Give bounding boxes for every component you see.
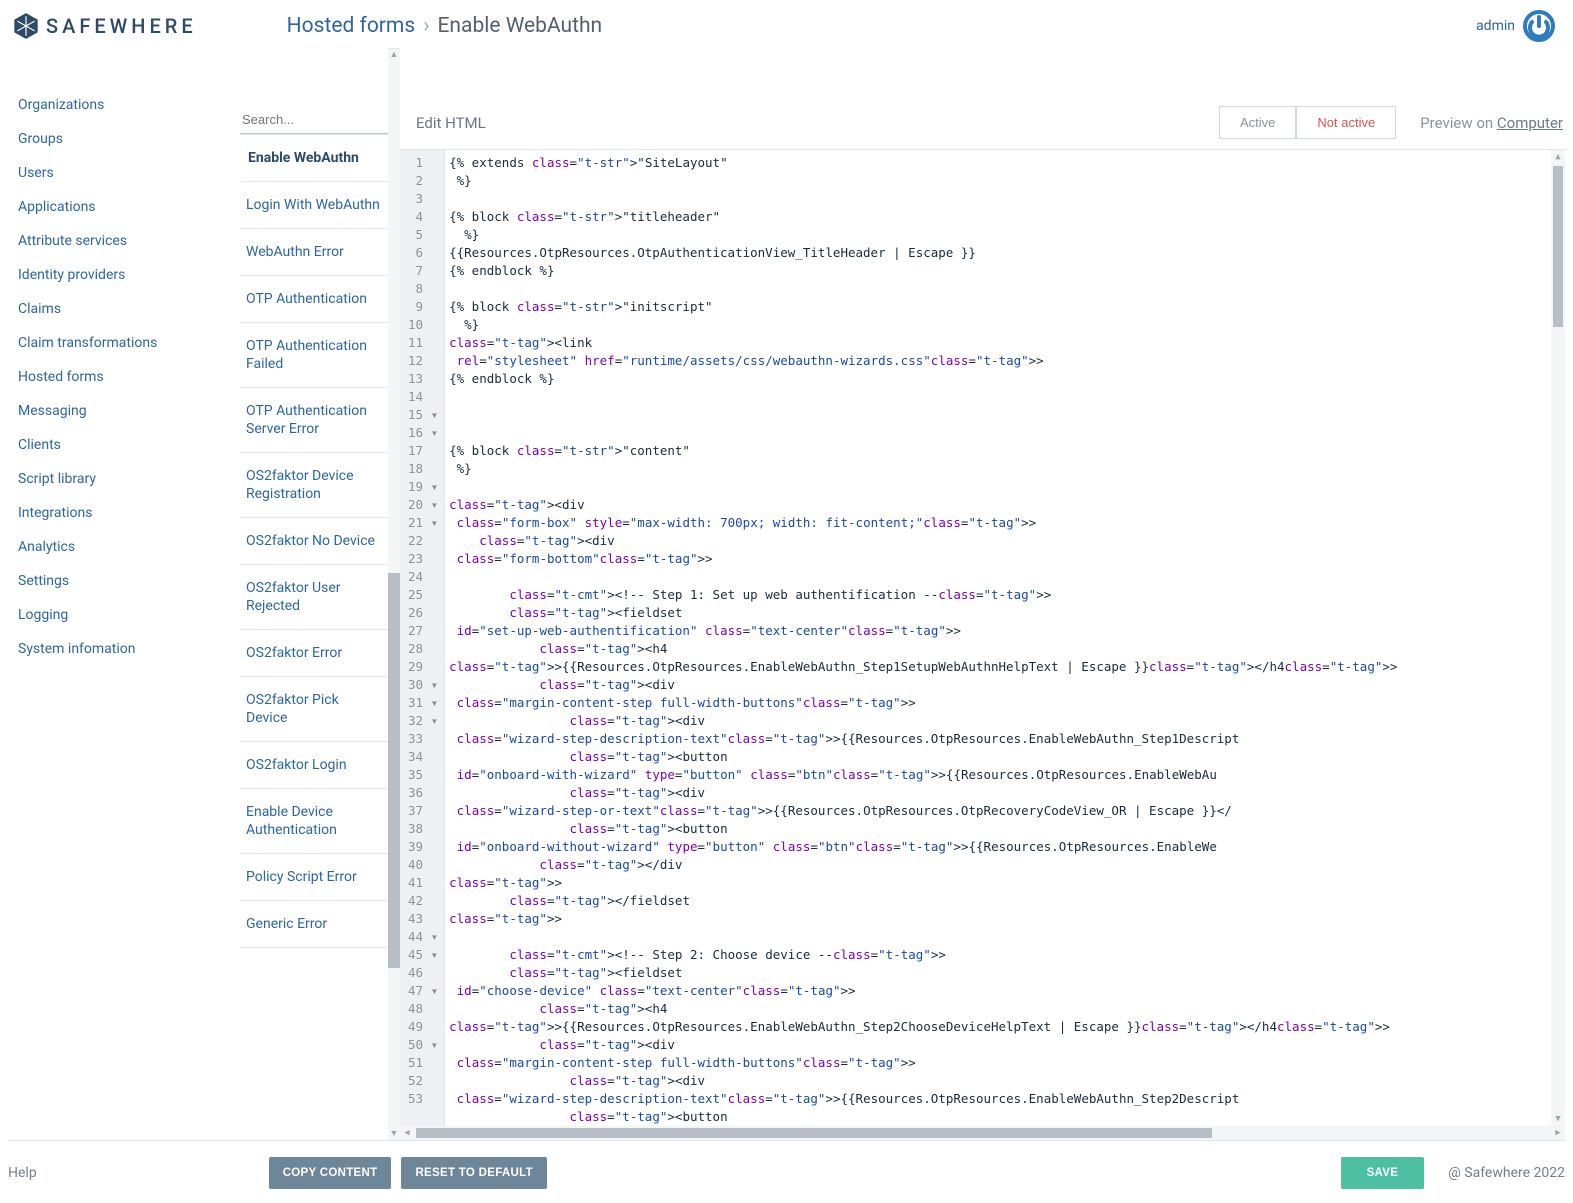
- scroll-up-icon[interactable]: ▲: [388, 49, 400, 61]
- editor-hscrollbar[interactable]: ◀ ▶: [400, 1126, 1565, 1140]
- form-list-item[interactable]: OS2faktor Pick Device: [240, 677, 388, 742]
- power-icon[interactable]: [1523, 10, 1555, 42]
- breadcrumb-sep: ›: [423, 14, 429, 38]
- preview-label: Preview on Computer: [1420, 114, 1563, 132]
- current-user[interactable]: admin: [1476, 18, 1515, 34]
- form-list-item[interactable]: OTP Authentication Server Error: [240, 388, 388, 453]
- line-gutter: 1 2 3 4 5 6 7 8 9 10 11 12 13 14 15 ▾ 16…: [400, 150, 445, 1126]
- forms-list: Enable WebAuthnLogin With WebAuthnWebAut…: [240, 134, 388, 1140]
- nav-item[interactable]: Applications: [18, 190, 240, 224]
- help-link[interactable]: Help: [8, 1165, 37, 1181]
- scroll-right-icon[interactable]: ▶: [1551, 1128, 1565, 1138]
- preview-target[interactable]: Computer: [1497, 114, 1563, 132]
- nav-item[interactable]: Integrations: [18, 496, 240, 530]
- nav-item[interactable]: Users: [18, 156, 240, 190]
- form-list-item[interactable]: Login With WebAuthn: [240, 182, 388, 229]
- primary-nav: OrganizationsGroupsUsersApplicationsAttr…: [8, 48, 240, 1140]
- nav-item[interactable]: System infomation: [18, 632, 240, 666]
- nav-item[interactable]: Clients: [18, 428, 240, 462]
- panel-title: Edit HTML: [416, 114, 486, 132]
- nav-item[interactable]: Script library: [18, 462, 240, 496]
- form-list-item[interactable]: Generic Error: [240, 901, 388, 948]
- nav-item[interactable]: Logging: [18, 598, 240, 632]
- state-toggle: Active Not active: [1219, 106, 1396, 139]
- search-input[interactable]: [240, 108, 388, 134]
- form-list-item[interactable]: OTP Authentication: [240, 276, 388, 323]
- nav-item[interactable]: Settings: [18, 564, 240, 598]
- form-list-item[interactable]: OS2faktor No Device: [240, 518, 388, 565]
- nav-item[interactable]: Attribute services: [18, 224, 240, 258]
- scroll-left-icon[interactable]: ◀: [400, 1128, 414, 1138]
- form-list-item[interactable]: OS2faktor Device Registration: [240, 453, 388, 518]
- form-list-item[interactable]: OTP Authentication Failed: [240, 323, 388, 388]
- code-body[interactable]: {% extends class="t-str">"SiteLayout" %}…: [445, 150, 1551, 1126]
- editor-vscrollbar[interactable]: ▲ ▼: [1551, 150, 1565, 1126]
- nav-item[interactable]: Hosted forms: [18, 360, 240, 394]
- form-list-item[interactable]: Enable Device Authentication: [240, 789, 388, 854]
- nav-item[interactable]: Claim transformations: [18, 326, 240, 360]
- form-list-item[interactable]: OS2faktor Login: [240, 742, 388, 789]
- scroll-down-icon[interactable]: ▼: [1551, 1112, 1565, 1126]
- scrollbar-thumb[interactable]: [416, 1128, 1212, 1138]
- form-list-item[interactable]: OS2faktor User Rejected: [240, 565, 388, 630]
- nav-item[interactable]: Organizations: [18, 88, 240, 122]
- save-button[interactable]: SAVE: [1341, 1157, 1425, 1189]
- scroll-up-icon[interactable]: ▲: [1551, 150, 1565, 164]
- scrollbar-thumb[interactable]: [388, 573, 400, 968]
- reset-default-button[interactable]: RESET TO DEFAULT: [401, 1157, 546, 1189]
- breadcrumb: Hosted forms › Enable WebAuthn: [287, 14, 602, 38]
- brand-logo: SAFEWHERE: [12, 12, 197, 40]
- scrollbar-thumb[interactable]: [1553, 166, 1563, 327]
- form-list-item[interactable]: OS2faktor Error: [240, 630, 388, 677]
- copy-content-button[interactable]: COPY CONTENT: [269, 1157, 392, 1189]
- nav-item[interactable]: Groups: [18, 122, 240, 156]
- code-editor[interactable]: 1 2 3 4 5 6 7 8 9 10 11 12 13 14 15 ▾ 16…: [400, 149, 1565, 1140]
- breadcrumb-current: Enable WebAuthn: [438, 14, 603, 38]
- breadcrumb-parent[interactable]: Hosted forms: [287, 14, 416, 38]
- nav-item[interactable]: Claims: [18, 292, 240, 326]
- nav-item[interactable]: Analytics: [18, 530, 240, 564]
- state-active-btn[interactable]: Active: [1219, 106, 1296, 139]
- scroll-down-icon[interactable]: ▼: [388, 1128, 400, 1140]
- state-not-active-btn[interactable]: Not active: [1296, 106, 1396, 139]
- form-list-item[interactable]: WebAuthn Error: [240, 229, 388, 276]
- snowflake-icon: [12, 12, 40, 40]
- copyright: @ Safewhere 2022: [1448, 1165, 1565, 1181]
- nav-item[interactable]: Messaging: [18, 394, 240, 428]
- nav-item[interactable]: Identity providers: [18, 258, 240, 292]
- form-list-item[interactable]: Enable WebAuthn: [240, 135, 388, 182]
- form-list-item[interactable]: Policy Script Error: [240, 854, 388, 901]
- brand-name: SAFEWHERE: [46, 14, 197, 38]
- forms-scrollbar[interactable]: ▲ ▼: [388, 48, 400, 1140]
